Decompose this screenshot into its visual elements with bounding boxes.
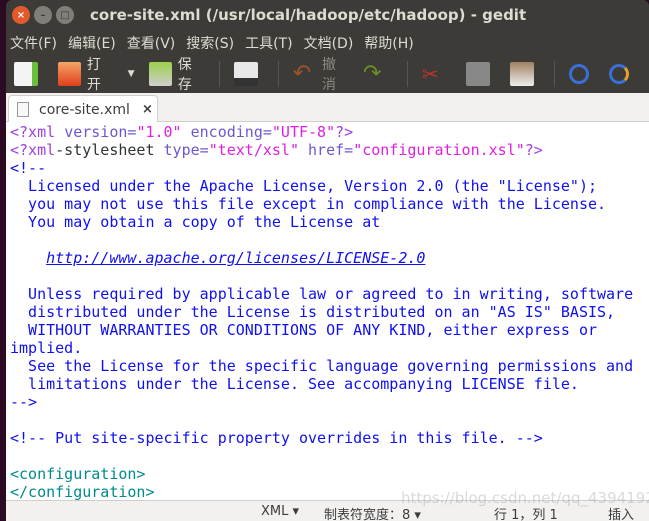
- code-line: <?xml version="1.0" encoding="UTF-8"?>: [10, 123, 649, 141]
- divider: [554, 61, 555, 87]
- code-token: "1.0": [136, 123, 182, 141]
- new-file-icon: [14, 62, 38, 86]
- code-token: href=: [299, 141, 354, 159]
- code-line: You may obtain a copy of the License at: [10, 213, 649, 231]
- code-line: WITHOUT WARRANTIES OR CONDITIONS OF ANY …: [10, 321, 649, 339]
- code-token: WITHOUT WARRANTIES OR CONDITIONS OF ANY …: [10, 321, 597, 339]
- code-token: You may obtain a copy of the License at: [10, 213, 381, 231]
- new-button[interactable]: [14, 62, 44, 86]
- divider: [218, 61, 220, 87]
- divider: [277, 61, 279, 87]
- divider: [407, 61, 409, 87]
- search-icon: [568, 64, 589, 84]
- menu-item-2[interactable]: 查看(V): [127, 33, 176, 53]
- xml-file-icon: [17, 102, 29, 117]
- cut-button[interactable]: ✂: [422, 62, 452, 86]
- undo-button[interactable]: ↶ 撤消: [293, 54, 349, 94]
- code-line: Licensed under the Apache License, Versi…: [10, 177, 649, 195]
- status-bar: XML ▾ 制表符宽度：8 ▾ 行 1，列 1 插入 https://blog.…: [6, 489, 649, 521]
- minimize-button[interactable]: –: [34, 6, 52, 24]
- copy-button[interactable]: [466, 62, 496, 86]
- code-line: http://www.apache.org/licenses/LICENSE-2…: [10, 249, 649, 267]
- code-line: implied.: [10, 339, 649, 357]
- code-token: ?>: [524, 141, 543, 159]
- code-token: "text/xsl": [208, 141, 299, 159]
- find-replace-icon: [608, 64, 629, 84]
- code-line: <!--: [10, 159, 649, 177]
- text-editor[interactable]: <?xml version="1.0" encoding="UTF-8"?> <?…: [6, 122, 649, 501]
- open-button[interactable]: 打开 ▼: [58, 54, 135, 94]
- code-token: limitations under the License. See accom…: [10, 375, 579, 393]
- code-token: version=: [64, 123, 137, 141]
- code-line: <!-- Put site-specific property override…: [10, 429, 649, 447]
- find-button[interactable]: [568, 64, 595, 84]
- tab-core-site[interactable]: core-site.xml ×: [8, 95, 158, 123]
- copy-icon: [466, 62, 491, 86]
- toolbar: 打开 ▼ 保存 ↶ 撤消 ↷ ✂: [6, 55, 649, 93]
- close-window-button[interactable]: ×: [12, 6, 30, 24]
- code-token: <!--: [10, 159, 47, 177]
- menu-item-0[interactable]: 文件(F): [10, 33, 57, 53]
- code-token: -stylesheet: [55, 141, 164, 159]
- redo-button[interactable]: ↷: [363, 62, 393, 86]
- code-token: implied.: [10, 339, 83, 357]
- replace-button[interactable]: [608, 64, 635, 84]
- code-token: Unless required by applicable law or agr…: [10, 285, 634, 303]
- print-icon: [233, 62, 258, 86]
- code-line: -->: [10, 393, 649, 411]
- code-line: See the License for the specific languag…: [10, 357, 649, 375]
- paste-button[interactable]: [510, 62, 540, 86]
- maximize-button[interactable]: □: [56, 6, 74, 24]
- scissors-icon: ✂: [422, 62, 439, 86]
- paste-icon: [510, 62, 535, 86]
- code-token: Licensed under the Apache License, Versi…: [10, 177, 597, 195]
- code-token: -->: [10, 393, 38, 411]
- title-bar: × – □ core-site.xml (/usr/local/hadoop/e…: [6, 0, 649, 30]
- code-token: you may not use this file except in comp…: [10, 195, 607, 213]
- save-icon: [148, 62, 172, 86]
- window-title: core-site.xml (/usr/local/hadoop/etc/had…: [90, 6, 527, 24]
- code-token: ?>: [335, 123, 354, 141]
- code-line: distributed under the License is distrib…: [10, 303, 649, 321]
- open-file-icon: [58, 62, 81, 86]
- code-token: <?xml: [10, 141, 56, 159]
- print-button[interactable]: [233, 62, 264, 86]
- undo-icon: ↶: [292, 61, 312, 86]
- menu-item-6[interactable]: 帮助(H): [364, 33, 413, 53]
- menu-item-1[interactable]: 编辑(E): [68, 33, 116, 53]
- watermark: https://blog.csdn.net/qq_43941925: [401, 489, 649, 507]
- open-dropdown-arrow[interactable]: ▼: [128, 69, 135, 79]
- code-line: <?xml-stylesheet type="text/xsl" href="c…: [10, 141, 649, 159]
- language-selector[interactable]: XML ▾: [261, 504, 299, 519]
- gedit-window: × – □ core-site.xml (/usr/local/hadoop/e…: [6, 0, 649, 521]
- code-token: <configuration>: [10, 465, 146, 483]
- save-button[interactable]: 保存: [148, 54, 205, 94]
- code-token: <?xml: [10, 123, 65, 141]
- tab-bar: core-site.xml ×: [6, 93, 649, 123]
- menu-item-3[interactable]: 搜索(S): [186, 33, 234, 53]
- code-token: </configuration>: [10, 483, 155, 501]
- code-line: you may not use this file except in comp…: [10, 195, 649, 213]
- code-line: limitations under the License. See accom…: [10, 375, 649, 393]
- code-token: <!-- Put site-specific property override…: [10, 429, 543, 447]
- code-token: "configuration.xsl": [353, 141, 525, 159]
- code-line: Unless required by applicable law or agr…: [10, 285, 649, 303]
- redo-icon: ↷: [363, 61, 382, 86]
- code-token: "UTF-8": [271, 123, 336, 141]
- code-token: See the License for the specific languag…: [10, 357, 634, 375]
- code-line: <configuration>: [10, 465, 649, 483]
- menu-item-4[interactable]: 工具(T): [245, 33, 292, 53]
- license-link[interactable]: http://www.apache.org/licenses/LICENSE-2…: [46, 249, 425, 267]
- menu-bar: 文件(F) 编辑(E) 查看(V) 搜索(S) 工具(T) 文档(D) 帮助(H): [6, 30, 649, 55]
- close-tab-icon[interactable]: ×: [142, 102, 153, 117]
- code-token: distributed under the License is distrib…: [10, 303, 616, 321]
- code-token: encoding=: [181, 123, 272, 141]
- menu-item-5[interactable]: 文档(D): [304, 33, 354, 53]
- code-token: type=: [163, 141, 209, 159]
